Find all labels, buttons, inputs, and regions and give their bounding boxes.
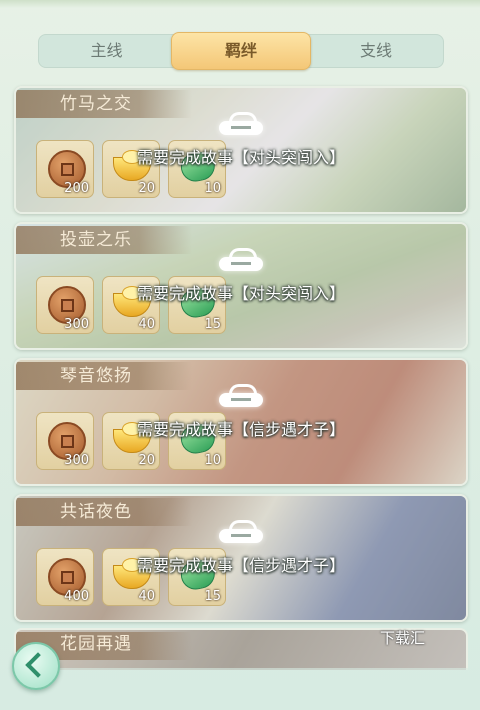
lock-icon (219, 248, 263, 272)
reward-qty: 300 (64, 453, 89, 468)
story-card[interactable]: 竹马之交 200 20 10 需要完成故事【对头突闯入】 (14, 86, 468, 214)
reward-qty: 15 (204, 589, 221, 604)
unlock-requirement: 需要完成故事【对头突闯入】 (136, 284, 345, 303)
card-title: 共话夜色 (60, 502, 132, 522)
back-arrow-icon (25, 652, 51, 678)
tab-main[interactable]: 主线 (39, 35, 174, 67)
card-title: 竹马之交 (60, 94, 132, 114)
card-title: 投壶之乐 (60, 230, 132, 250)
story-card[interactable]: 琴音悠扬 300 20 10 需要完成故事【信步遇才子】 (14, 358, 468, 486)
story-card[interactable]: 投壶之乐 300 40 15 需要完成故事【对头突闯入】 (14, 222, 468, 350)
lock-icon (219, 520, 263, 544)
watermark-text: 下载汇 (380, 629, 426, 647)
reward-qty: 20 (138, 453, 155, 468)
reward-qty: 15 (204, 317, 221, 332)
back-button[interactable] (12, 642, 60, 690)
top-border (0, 0, 480, 8)
unlock-requirement: 需要完成故事【对头突闯入】 (136, 148, 345, 167)
reward-qty: 40 (138, 317, 155, 332)
reward-qty: 40 (138, 589, 155, 604)
story-tabs: 主线 支线 羁绊 (38, 32, 444, 70)
lock-icon (219, 112, 263, 136)
tab-side[interactable]: 支线 (309, 35, 443, 67)
reward-qty: 10 (204, 181, 221, 196)
story-card[interactable]: 共话夜色 400 40 15 需要完成故事【信步遇才子】 (14, 494, 468, 622)
reward-qty: 20 (138, 181, 155, 196)
tab-bond[interactable]: 羁绊 (171, 32, 311, 70)
reward-qty: 10 (204, 453, 221, 468)
card-title: 琴音悠扬 (60, 366, 132, 386)
unlock-requirement: 需要完成故事【信步遇才子】 (136, 556, 345, 575)
unlock-requirement: 需要完成故事【信步遇才子】 (136, 420, 345, 439)
lock-icon (219, 384, 263, 408)
card-title: 花园再遇 (60, 634, 132, 654)
reward-qty: 200 (64, 181, 89, 196)
reward-qty: 300 (64, 317, 89, 332)
reward-qty: 400 (64, 589, 89, 604)
